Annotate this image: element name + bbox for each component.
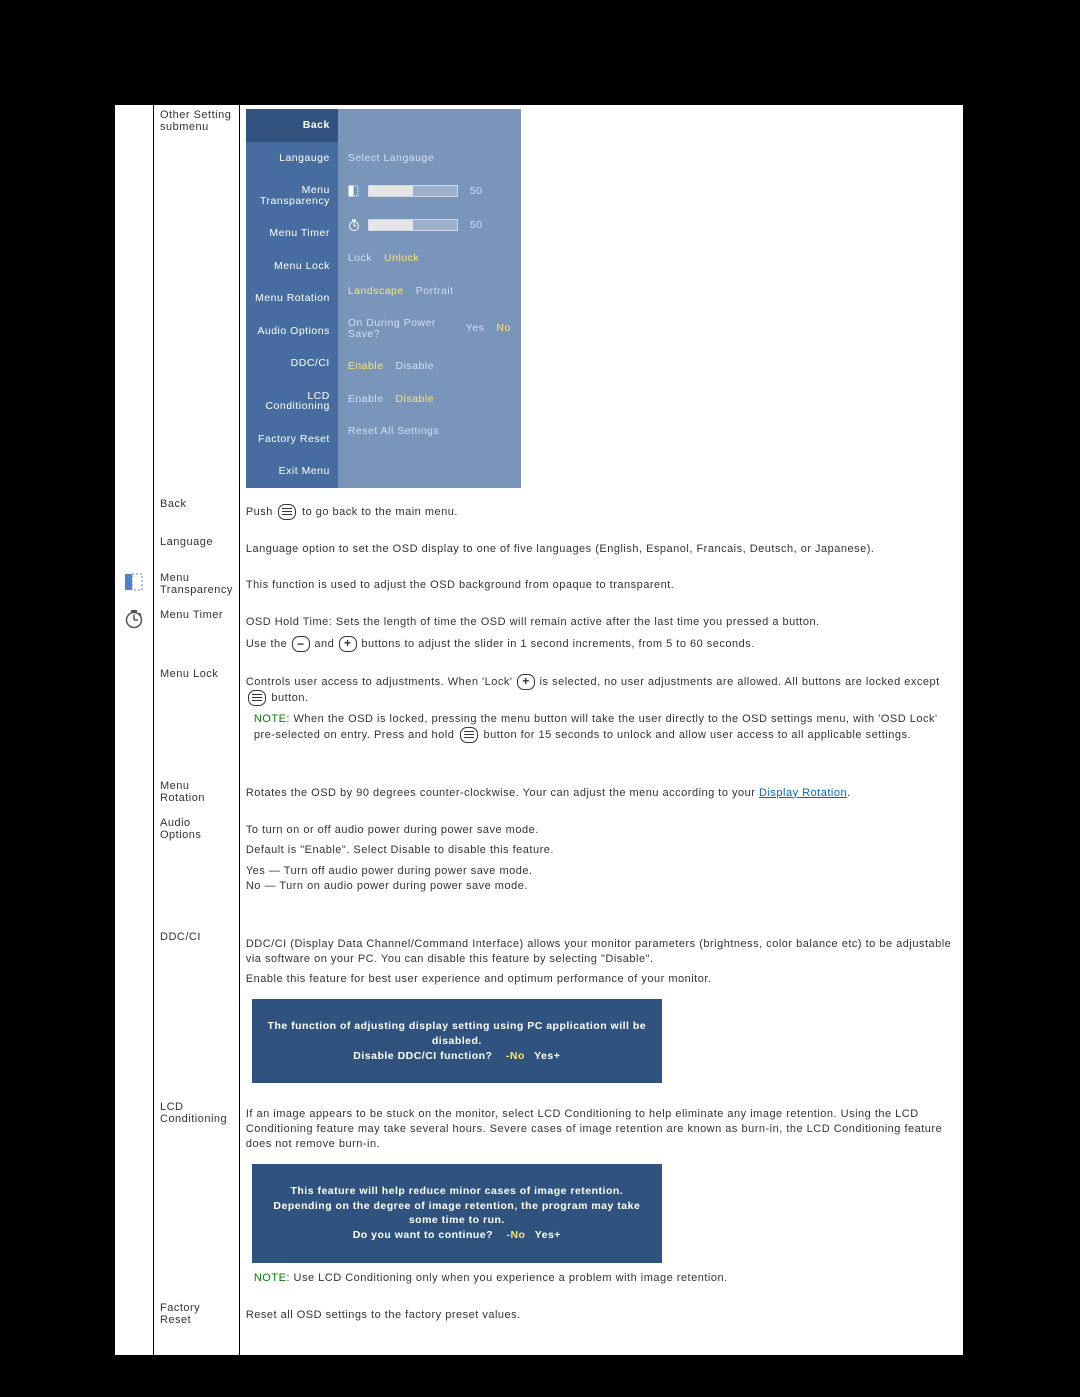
osd-value-ddc-disable[interactable]: Disable [396,361,435,372]
osd-panel: Back Langauge Menu Transparency Menu Tim… [246,109,521,488]
osd-value-lock-lock[interactable]: Lock [348,253,372,264]
osd-value-lock-unlock[interactable]: Unlock [384,253,419,264]
prompt-option-yes[interactable]: Yes+ [534,1050,560,1062]
label-cell-factory: Factory Reset [154,1298,240,1356]
osd-slider-timer[interactable] [348,219,458,231]
label-cell-rotation: Menu Rotation [154,776,240,813]
osd-value-timer: 50 [470,220,483,231]
label-cell-lock: Menu Lock [154,664,240,776]
osd-item-exit[interactable]: Exit Menu [246,455,338,488]
desc-cell-lcd: If an image appears to be stuck on the m… [239,1097,963,1297]
icon-cell [115,105,154,494]
desc-cell-timer: OSD Hold Time: Sets the length of time t… [239,605,963,664]
note-label: NOTE: [254,713,290,725]
label-cell-transparency: Menu Transparency [154,568,240,605]
prompt-option-no[interactable]: -No [506,1229,525,1241]
osd-value-language[interactable]: Select Langauge [348,153,434,164]
osd-item-timer[interactable]: Menu Timer [246,217,338,250]
desc-cell-back: Push to go back to the main menu. [239,494,963,532]
osd-item-rotation[interactable]: Menu Rotation [246,282,338,315]
ddc-disable-prompt: The function of adjusting display settin… [252,999,662,1083]
osd-value-factory-reset[interactable]: Reset All Settings [348,426,439,437]
label-cell-timer: Menu Timer [154,605,240,664]
osd-value-audio-question: On During Power Save? [348,318,454,339]
desc-cell-audio: To turn on or off audio power during pow… [239,813,963,927]
osd-item-lock[interactable]: Menu Lock [246,250,338,283]
osd-cell: Back Langauge Menu Transparency Menu Tim… [239,105,963,494]
desc-cell-transparency: This function is used to adjust the OSD … [239,568,963,605]
label-cell-audio: Audio Options [154,813,240,927]
document-page: Other Setting submenu Back Langauge Menu… [115,105,963,1355]
lcd-conditioning-prompt: This feature will help reduce minor case… [252,1164,662,1263]
osd-menu-values: Select Langauge 50 50 Lock [338,109,521,488]
transparency-icon [348,185,360,197]
osd-value-rotation-landscape[interactable]: Landscape [348,286,404,297]
menu-button-icon [278,504,296,520]
label-cell-language: Language [154,532,240,569]
desc-cell-language: Language option to set the OSD display t… [239,532,963,569]
icon-cell-timer [115,605,154,664]
display-rotation-link[interactable]: Display Rotation [759,787,847,799]
desc-cell-rotation: Rotates the OSD by 90 degrees counter-cl… [239,776,963,813]
osd-value-transparency: 50 [470,186,483,197]
menu-button-icon [248,690,266,706]
prompt-option-yes[interactable]: Yes+ [535,1229,561,1241]
osd-value-rotation-portrait[interactable]: Portrait [416,286,454,297]
osd-value-lcd-disable[interactable]: Disable [396,394,435,405]
osd-item-ddcci[interactable]: DDC/CI [246,347,338,380]
desc-cell-ddc: DDC/CI (Display Data Channel/Command Int… [239,927,963,1098]
desc-cell-factory: Reset all OSD settings to the factory pr… [239,1298,963,1356]
osd-menu-labels: Back Langauge Menu Transparency Menu Tim… [246,109,338,488]
osd-value-audio-no[interactable]: No [496,323,510,334]
prompt-option-no[interactable]: -No [506,1050,525,1062]
osd-item-transparency[interactable]: Menu Transparency [246,174,338,217]
osd-slider-transparency[interactable] [348,185,458,197]
label-cell-other-setting: Other Setting submenu [154,105,240,494]
timer-icon [348,219,360,231]
plus-button-icon [517,674,535,690]
menu-button-icon [460,727,478,743]
osd-item-language[interactable]: Langauge [246,142,338,175]
icon-cell-transparency [115,568,154,605]
desc-cell-lock: Controls user access to adjustments. Whe… [239,664,963,776]
osd-value-lcd-enable[interactable]: Enable [348,394,384,405]
note-label: NOTE: [254,1272,290,1284]
clock-icon [124,609,144,629]
osd-value-audio-yes[interactable]: Yes [466,323,485,334]
settings-table: Other Setting submenu Back Langauge Menu… [115,105,963,1355]
osd-item-audio[interactable]: Audio Options [246,315,338,348]
osd-item-lcd[interactable]: LCD Conditioning [246,380,338,423]
osd-item-factory[interactable]: Factory Reset [246,423,338,456]
osd-item-back[interactable]: Back [246,109,338,142]
label-cell-lcd: LCD Conditioning [154,1097,240,1297]
transparency-icon [124,572,144,592]
label-cell-back: Back [154,494,240,532]
plus-button-icon [339,636,357,652]
minus-button-icon [292,636,310,652]
osd-value-ddc-enable[interactable]: Enable [348,361,384,372]
label-cell-ddc: DDC/CI [154,927,240,1098]
